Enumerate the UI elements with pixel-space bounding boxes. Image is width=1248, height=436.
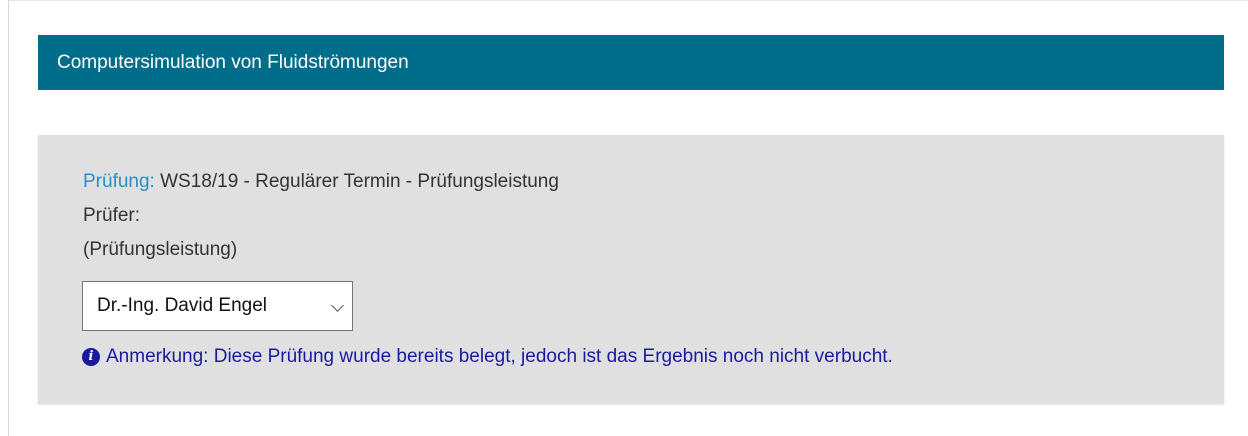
exam-value: WS18/19 - Regulärer Termin - Prüfungslei… <box>154 171 559 192</box>
info-circle-icon: i <box>82 348 100 366</box>
examiner-sublabel: (Prüfungsleistung) <box>83 239 238 260</box>
exam-note: i Anmerkung: Diese Prüfung wurde bereits… <box>82 346 893 368</box>
page-left-border <box>8 0 9 436</box>
page-top-border <box>8 0 1248 1</box>
exam-panel: Prüfung: WS18/19 - Regulärer Termin - Pr… <box>38 135 1224 404</box>
examiner-select[interactable]: Dr.-Ing. David Engel <box>82 281 353 331</box>
examiner-select-value: Dr.-Ing. David Engel <box>97 295 268 316</box>
exam-line: Prüfung: WS18/19 - Regulärer Termin - Pr… <box>83 171 559 193</box>
examiner-label: Prüfer: <box>83 205 141 226</box>
exam-label: Prüfung: <box>83 171 155 192</box>
chevron-down-icon <box>331 299 344 312</box>
course-title: Computersimulation von Fluidströmungen <box>57 52 409 73</box>
exam-note-text: Anmerkung: Diese Prüfung wurde bereits b… <box>106 346 893 367</box>
course-title-bar: Computersimulation von Fluidströmungen <box>38 35 1224 90</box>
